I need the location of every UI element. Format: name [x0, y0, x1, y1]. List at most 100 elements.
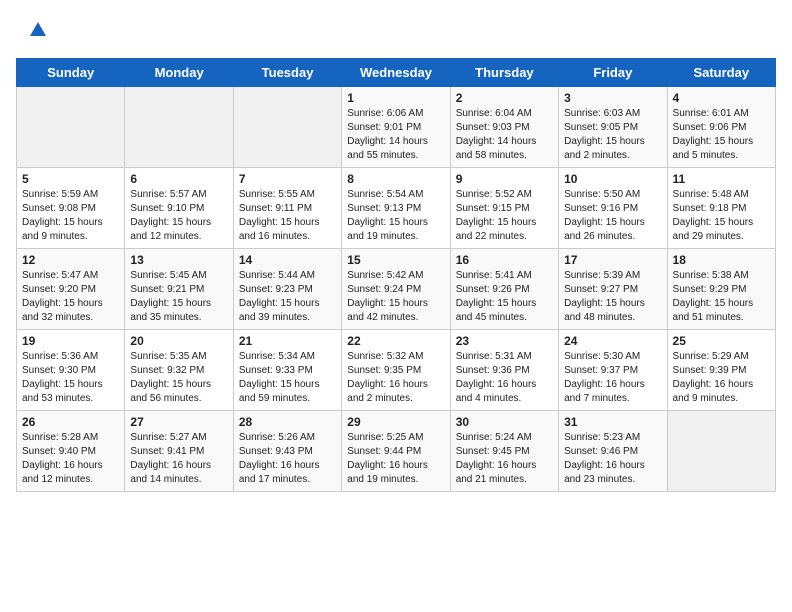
calendar-day-cell: 14 Sunrise: 5:44 AMSunset: 9:23 PMDayligh… — [233, 249, 341, 330]
calendar-day-cell: 29 Sunrise: 5:25 AMSunset: 9:44 PMDayligh… — [342, 411, 450, 492]
calendar-day-cell: 31 Sunrise: 5:23 AMSunset: 9:46 PMDayligh… — [559, 411, 667, 492]
calendar-day-cell: 12 Sunrise: 5:47 AMSunset: 9:20 PMDayligh… — [17, 249, 125, 330]
calendar-day-cell — [125, 87, 233, 168]
calendar-day-cell: 18 Sunrise: 5:38 AMSunset: 9:29 PMDayligh… — [667, 249, 775, 330]
calendar-day-cell: 6Sunrise: 5:57 AMSunset: 9:10 PMDaylight… — [125, 168, 233, 249]
day-info: Sunrise: 5:41 AMSunset: 9:26 PMDaylight:… — [456, 269, 553, 325]
logo — [16, 16, 46, 46]
page-header — [16, 16, 776, 46]
day-info: Sunrise: 5:47 AMSunset: 9:20 PMDaylight:… — [22, 269, 119, 325]
logo-icon — [16, 16, 46, 46]
calendar-day-cell: 1Sunrise: 6:06 AMSunset: 9:01 PMDaylight… — [342, 87, 450, 168]
day-number: 29 — [347, 415, 444, 429]
weekday-header: Friday — [559, 59, 667, 87]
day-number: 28 — [239, 415, 336, 429]
day-number: 1 — [347, 91, 444, 105]
day-number: 30 — [456, 415, 553, 429]
calendar-day-cell — [233, 87, 341, 168]
calendar-table: SundayMondayTuesdayWednesdayThursdayFrid… — [16, 58, 776, 492]
day-info: Sunrise: 5:50 AMSunset: 9:16 PMDaylight:… — [564, 188, 661, 244]
calendar-day-cell: 23 Sunrise: 5:31 AMSunset: 9:36 PMDayligh… — [450, 330, 558, 411]
calendar-day-cell: 26 Sunrise: 5:28 AMSunset: 9:40 PMDayligh… — [17, 411, 125, 492]
day-number: 31 — [564, 415, 661, 429]
day-number: 24 — [564, 334, 661, 348]
weekday-header: Thursday — [450, 59, 558, 87]
calendar-day-cell: 24Sunrise: 5:30 AMSunset: 9:37 PMDayligh… — [559, 330, 667, 411]
calendar-day-cell: 5 Sunrise: 5:59 AMSunset: 9:08 PMDaylight… — [17, 168, 125, 249]
day-number: 23 — [456, 334, 553, 348]
weekday-header: Wednesday — [342, 59, 450, 87]
day-number: 13 — [130, 253, 227, 267]
calendar-day-cell: 28Sunrise: 5:26 AMSunset: 9:43 PMDayligh… — [233, 411, 341, 492]
day-info: Sunrise: 5:27 AMSunset: 9:41 PMDaylight:… — [130, 431, 227, 487]
day-info: Sunrise: 5:52 AMSunset: 9:15 PMDaylight:… — [456, 188, 553, 244]
day-info: Sunrise: 5:48 AMSunset: 9:18 PMDaylight:… — [673, 188, 770, 244]
day-number: 14 — [239, 253, 336, 267]
day-number: 4 — [673, 91, 770, 105]
calendar-day-cell: 15 Sunrise: 5:42 AMSunset: 9:24 PMDayligh… — [342, 249, 450, 330]
day-number: 9 — [456, 172, 553, 186]
calendar-day-cell: 9 Sunrise: 5:52 AMSunset: 9:15 PMDaylight… — [450, 168, 558, 249]
weekday-header: Monday — [125, 59, 233, 87]
calendar-day-cell: 16 Sunrise: 5:41 AMSunset: 9:26 PMDayligh… — [450, 249, 558, 330]
calendar-week-row: 19 Sunrise: 5:36 AMSunset: 9:30 PMDayligh… — [17, 330, 776, 411]
day-info: Sunrise: 5:32 AMSunset: 9:35 PMDaylight:… — [347, 350, 444, 406]
calendar-day-cell: 22Sunrise: 5:32 AMSunset: 9:35 PMDayligh… — [342, 330, 450, 411]
calendar-day-cell: 30 Sunrise: 5:24 AMSunset: 9:45 PMDayligh… — [450, 411, 558, 492]
day-info: Sunrise: 5:59 AMSunset: 9:08 PMDaylight:… — [22, 188, 119, 244]
day-number: 12 — [22, 253, 119, 267]
day-number: 11 — [673, 172, 770, 186]
calendar-week-row: 12 Sunrise: 5:47 AMSunset: 9:20 PMDayligh… — [17, 249, 776, 330]
day-info: Sunrise: 5:44 AMSunset: 9:23 PMDaylight:… — [239, 269, 336, 325]
day-number: 6 — [130, 172, 227, 186]
day-info: Sunrise: 5:45 AMSunset: 9:21 PMDaylight:… — [130, 269, 227, 325]
weekday-header: Tuesday — [233, 59, 341, 87]
day-number: 7 — [239, 172, 336, 186]
calendar-day-cell: 21 Sunrise: 5:34 AMSunset: 9:33 PMDayligh… — [233, 330, 341, 411]
day-info: Sunrise: 5:23 AMSunset: 9:46 PMDaylight:… — [564, 431, 661, 487]
day-number: 21 — [239, 334, 336, 348]
day-number: 15 — [347, 253, 444, 267]
calendar-day-cell: 13 Sunrise: 5:45 AMSunset: 9:21 PMDayligh… — [125, 249, 233, 330]
day-number: 25 — [673, 334, 770, 348]
day-info: Sunrise: 5:55 AMSunset: 9:11 PMDaylight:… — [239, 188, 336, 244]
day-info: Sunrise: 5:35 AMSunset: 9:32 PMDaylight:… — [130, 350, 227, 406]
day-info: Sunrise: 6:01 AMSunset: 9:06 PMDaylight:… — [673, 107, 770, 163]
calendar-day-cell: 3 Sunrise: 6:03 AMSunset: 9:05 PMDaylight… — [559, 87, 667, 168]
day-number: 26 — [22, 415, 119, 429]
day-info: Sunrise: 5:38 AMSunset: 9:29 PMDaylight:… — [673, 269, 770, 325]
day-number: 3 — [564, 91, 661, 105]
day-number: 19 — [22, 334, 119, 348]
calendar-day-cell: 17 Sunrise: 5:39 AMSunset: 9:27 PMDayligh… — [559, 249, 667, 330]
day-number: 8 — [347, 172, 444, 186]
calendar-day-cell: 11 Sunrise: 5:48 AMSunset: 9:18 PMDayligh… — [667, 168, 775, 249]
day-info: Sunrise: 5:29 AMSunset: 9:39 PMDaylight:… — [673, 350, 770, 406]
day-info: Sunrise: 5:34 AMSunset: 9:33 PMDaylight:… — [239, 350, 336, 406]
weekday-header: Saturday — [667, 59, 775, 87]
calendar-week-row: 1Sunrise: 6:06 AMSunset: 9:01 PMDaylight… — [17, 87, 776, 168]
calendar-day-cell: 2Sunrise: 6:04 AMSunset: 9:03 PMDaylight… — [450, 87, 558, 168]
day-info: Sunrise: 5:24 AMSunset: 9:45 PMDaylight:… — [456, 431, 553, 487]
calendar-day-cell: 4 Sunrise: 6:01 AMSunset: 9:06 PMDaylight… — [667, 87, 775, 168]
day-info: Sunrise: 5:54 AMSunset: 9:13 PMDaylight:… — [347, 188, 444, 244]
calendar-week-row: 5 Sunrise: 5:59 AMSunset: 9:08 PMDaylight… — [17, 168, 776, 249]
day-info: Sunrise: 5:42 AMSunset: 9:24 PMDaylight:… — [347, 269, 444, 325]
calendar-day-cell: 8 Sunrise: 5:54 AMSunset: 9:13 PMDaylight… — [342, 168, 450, 249]
calendar-day-cell: 10Sunrise: 5:50 AMSunset: 9:16 PMDayligh… — [559, 168, 667, 249]
day-number: 27 — [130, 415, 227, 429]
day-number: 17 — [564, 253, 661, 267]
calendar-day-cell — [17, 87, 125, 168]
day-number: 16 — [456, 253, 553, 267]
day-info: Sunrise: 5:36 AMSunset: 9:30 PMDaylight:… — [22, 350, 119, 406]
day-info: Sunrise: 5:39 AMSunset: 9:27 PMDaylight:… — [564, 269, 661, 325]
day-info: Sunrise: 5:31 AMSunset: 9:36 PMDaylight:… — [456, 350, 553, 406]
day-info: Sunrise: 5:25 AMSunset: 9:44 PMDaylight:… — [347, 431, 444, 487]
calendar-day-cell: 27 Sunrise: 5:27 AMSunset: 9:41 PMDayligh… — [125, 411, 233, 492]
day-info: Sunrise: 6:03 AMSunset: 9:05 PMDaylight:… — [564, 107, 661, 163]
day-info: Sunrise: 6:04 AMSunset: 9:03 PMDaylight:… — [456, 107, 553, 163]
day-number: 18 — [673, 253, 770, 267]
calendar-week-row: 26 Sunrise: 5:28 AMSunset: 9:40 PMDayligh… — [17, 411, 776, 492]
day-number: 5 — [22, 172, 119, 186]
calendar-day-cell — [667, 411, 775, 492]
day-info: Sunrise: 5:28 AMSunset: 9:40 PMDaylight:… — [22, 431, 119, 487]
